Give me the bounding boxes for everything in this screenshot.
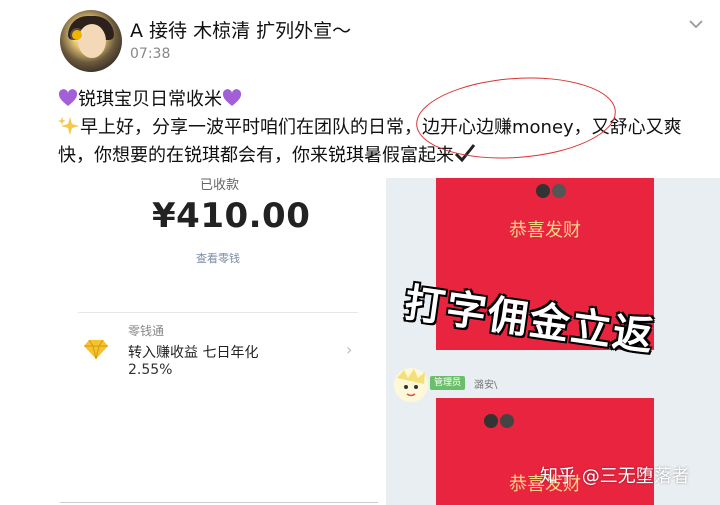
red-packet-text: 恭喜发财: [509, 220, 581, 241]
purple-heart-icon: [222, 89, 242, 106]
purple-heart-icon: [58, 89, 78, 106]
post-text-3: 快，你想要的在锐琪都会有，你来锐琪暑假富起来: [58, 145, 454, 166]
post-line-1: 锐琪宝贝日常收米: [58, 86, 242, 114]
red-packet[interactable]: 恭喜发财: [436, 398, 654, 505]
change-pass-card[interactable]: 零钱通 转入赚收益 七日年化 2.55% ›: [78, 318, 360, 384]
chevron-right-icon: ›: [346, 340, 353, 359]
chevron-down-icon[interactable]: [686, 14, 706, 34]
avatar[interactable]: [60, 10, 122, 72]
watermark: 知乎 @三无堕落者: [540, 466, 690, 487]
username[interactable]: A 接待 木椋清 扩列外宣～: [130, 16, 351, 43]
amount: ¥410.00: [152, 196, 311, 236]
card-title: 零钱通: [128, 324, 165, 338]
annual-rate: 2.55%: [128, 362, 173, 378]
card-line: 转入赚收益 七日年化: [128, 345, 259, 361]
post-line-3: 快，你想要的在锐琪都会有，你来锐琪暑假富起来: [58, 142, 476, 170]
avatar: [498, 412, 516, 430]
divider: [78, 312, 358, 313]
post-header: A 接待 木椋清 扩列外宣～ 07:38: [0, 0, 720, 84]
divider: [60, 502, 378, 503]
payment-screenshot: 已收款 ¥410.00 查看零钱 零钱通 转入赚收益 七日年化 2.55% ›: [60, 178, 378, 503]
received-label: 已收款: [200, 178, 240, 193]
diamond-icon: [84, 339, 108, 360]
nickname: 潞安\: [474, 380, 498, 391]
view-change-link[interactable]: 查看零钱: [196, 250, 240, 266]
sparkles-icon: [58, 117, 79, 135]
avatar: [550, 182, 568, 200]
sticker-avatar: [394, 368, 428, 402]
post-title: 锐琪宝贝日常收米: [78, 89, 222, 110]
post-time: 07:38: [130, 46, 171, 62]
admin-badge: 管理员: [430, 376, 466, 390]
